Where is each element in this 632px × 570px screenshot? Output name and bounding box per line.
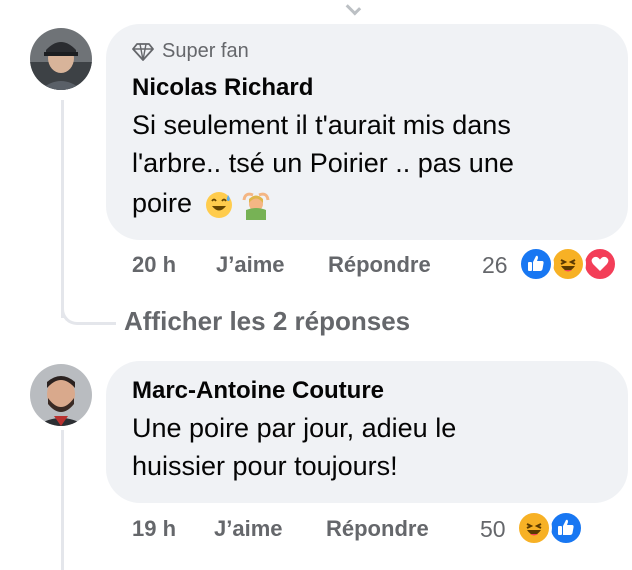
comment-author[interactable]: Marc-Antoine Couture <box>132 377 384 405</box>
thread-line-curve <box>61 300 116 325</box>
comment-timestamp[interactable]: 19 h <box>132 516 176 542</box>
comment-text-line: huissier pour toujours! <box>132 451 398 481</box>
super-fan-badge[interactable]: Super fan <box>132 40 249 63</box>
love-icon[interactable] <box>582 246 618 282</box>
avatar-nicolas-richard[interactable] <box>30 28 92 90</box>
comment-text-fragment: poire <box>132 188 193 218</box>
top-edge-fragment <box>345 0 362 16</box>
sweat-smile-emoji-icon <box>205 191 232 218</box>
avatar-marc-antoine-couture[interactable] <box>30 364 92 426</box>
like-icon[interactable] <box>548 510 584 546</box>
comment-bubble-2[interactable]: Marc-Antoine Couture Une poire par jour,… <box>106 361 628 503</box>
reply-button[interactable]: Répondre <box>326 516 429 542</box>
thread-line-vertical-2 <box>61 430 64 570</box>
comment-text-line: l'arbre.. tsé un Poirier .. pas une <box>132 148 514 178</box>
reaction-count[interactable]: 50 <box>480 516 506 543</box>
comment-text-line-with-emoji: poire <box>132 188 271 220</box>
like-icon[interactable] <box>518 246 554 282</box>
comment-text-line: Une poire par jour, adieu le <box>132 413 457 443</box>
haha-icon[interactable] <box>516 510 552 546</box>
haha-icon[interactable] <box>550 246 586 282</box>
thread-line-vertical <box>61 100 64 318</box>
comment-timestamp[interactable]: 20 h <box>132 252 176 278</box>
person-gesturing-ok-emoji-icon <box>242 192 270 220</box>
like-button[interactable]: J’aime <box>214 516 283 542</box>
comment-text-line: Si seulement il t'aurait mis dans <box>132 110 511 140</box>
reply-button[interactable]: Répondre <box>328 252 431 278</box>
comment-author[interactable]: Nicolas Richard <box>132 74 313 102</box>
comment-bubble-1[interactable]: Super fan Nicolas Richard Si seulement i… <box>106 24 628 240</box>
like-button[interactable]: J’aime <box>216 252 285 278</box>
diamond-icon <box>132 42 154 61</box>
badge-label: Super fan <box>162 40 249 62</box>
view-replies-link[interactable]: Afficher les 2 réponses <box>124 306 410 337</box>
reaction-count[interactable]: 26 <box>482 252 508 279</box>
